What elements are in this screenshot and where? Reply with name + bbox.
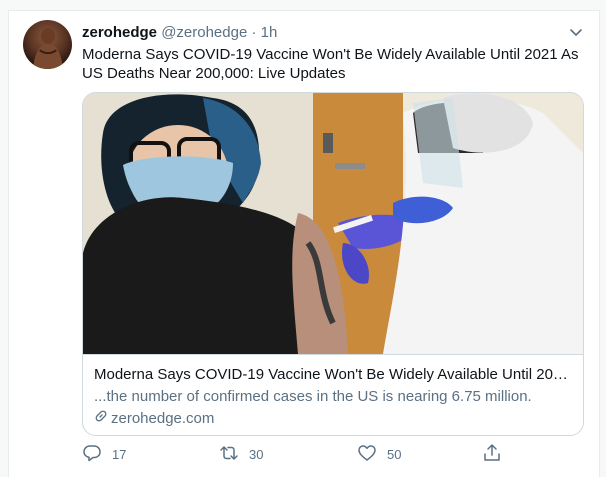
- like-count: 50: [387, 446, 402, 462]
- card-title[interactable]: Moderna Says COVID-19 Vaccine Won't Be W…: [94, 365, 574, 384]
- card-photo: [83, 93, 583, 354]
- card-description: ...the number of confirmed cases in the …: [94, 388, 532, 405]
- avatar-image: [33, 28, 63, 69]
- link-icon: [94, 409, 108, 428]
- tweet-text: Moderna Says COVID-19 Vaccine Won't Be W…: [82, 46, 579, 82]
- like-button[interactable]: 50: [357, 443, 401, 465]
- share-icon: [482, 443, 502, 466]
- tweet-actions: 17 30 50: [82, 443, 582, 465]
- reply-count: 17: [112, 446, 127, 462]
- share-button[interactable]: [482, 443, 502, 465]
- retweet-icon: [219, 443, 239, 466]
- author-handle[interactable]: @zerohedge: [161, 24, 247, 41]
- card-domain[interactable]: zerohedge.com: [94, 409, 214, 428]
- link-card[interactable]: Moderna Says COVID-19 Vaccine Won't Be W…: [82, 92, 584, 436]
- card-image[interactable]: [83, 93, 583, 355]
- timestamp[interactable]: 1h: [261, 24, 278, 41]
- separator-dot: ·: [251, 24, 257, 41]
- retweet-count: 30: [249, 446, 264, 462]
- author-name[interactable]: zerohedge: [82, 24, 157, 41]
- card-domain-text: zerohedge.com: [111, 410, 215, 427]
- avatar[interactable]: [23, 20, 72, 69]
- reply-button[interactable]: 17: [82, 443, 126, 465]
- retweet-button[interactable]: 30: [219, 443, 263, 465]
- tweet-header: zerohedge @zerohedge · 1h: [82, 24, 277, 42]
- more-options-caret-icon[interactable]: [567, 23, 585, 41]
- tweet[interactable]: zerohedge @zerohedge · 1h Moderna Says C…: [8, 10, 600, 477]
- heart-icon: [357, 443, 377, 466]
- reply-icon: [82, 443, 102, 466]
